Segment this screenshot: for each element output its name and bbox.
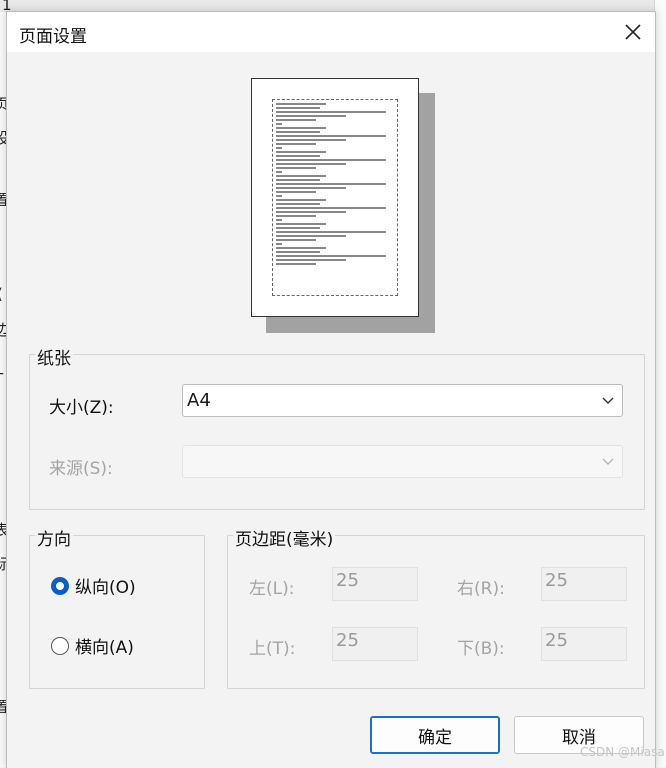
ok-button[interactable]: 确定: [370, 716, 500, 754]
left-margin-label: 左(L):: [249, 579, 295, 599]
paper-group: [29, 354, 645, 510]
paper-source-select[interactable]: [182, 445, 623, 478]
chevron-down-icon: [602, 397, 614, 404]
chevron-down-icon: [602, 458, 614, 465]
orientation-group: [29, 535, 205, 689]
left-margin-input[interactable]: 25: [332, 567, 418, 601]
close-icon: [625, 24, 641, 40]
bottom-margin-label: 下(B):: [457, 639, 505, 659]
right-margin-input[interactable]: 25: [541, 567, 627, 601]
landscape-radio-label: 横向(A): [75, 638, 134, 658]
top-margin-input[interactable]: 25: [332, 627, 418, 661]
margins-group-label: 页边距(毫米): [233, 525, 336, 550]
paper-source-label: 来源(S):: [49, 459, 113, 479]
paper-size-label: 大小(Z):: [49, 398, 114, 418]
page-setup-dialog: 页面设置 纸张 大小(Z): A4 来源(S): 方向 纵向(O) 横向(A) …: [6, 11, 656, 768]
preview-margin-box: [272, 99, 398, 296]
orientation-group-label: 方向: [35, 525, 73, 550]
background-glyph: T: [0, 372, 3, 387]
preview-text-lines: [273, 100, 397, 265]
landscape-radio-indicator: [51, 636, 69, 655]
portrait-radio-label: 纵向(O): [75, 578, 136, 598]
portrait-radio[interactable]: 纵向(O): [51, 573, 136, 598]
page-preview: [251, 78, 419, 317]
right-margin-label: 右(R):: [457, 579, 505, 599]
paper-group-label: 纸张: [35, 344, 73, 369]
landscape-radio[interactable]: 横向(A): [51, 633, 134, 658]
dialog-title: 页面设置: [19, 27, 87, 47]
top-margin-label: 上(T):: [249, 639, 296, 659]
background-glyph: (: [0, 287, 3, 302]
dialog-titlebar: 页面设置: [7, 12, 655, 52]
paper-size-select[interactable]: A4: [182, 384, 623, 417]
bottom-margin-input[interactable]: 25: [541, 627, 627, 661]
portrait-radio-indicator: [51, 576, 69, 595]
close-button[interactable]: [615, 16, 651, 48]
margins-group: [227, 535, 645, 689]
watermark: CSDN @Miasa: [580, 745, 665, 759]
paper-size-value: A4: [187, 390, 211, 411]
